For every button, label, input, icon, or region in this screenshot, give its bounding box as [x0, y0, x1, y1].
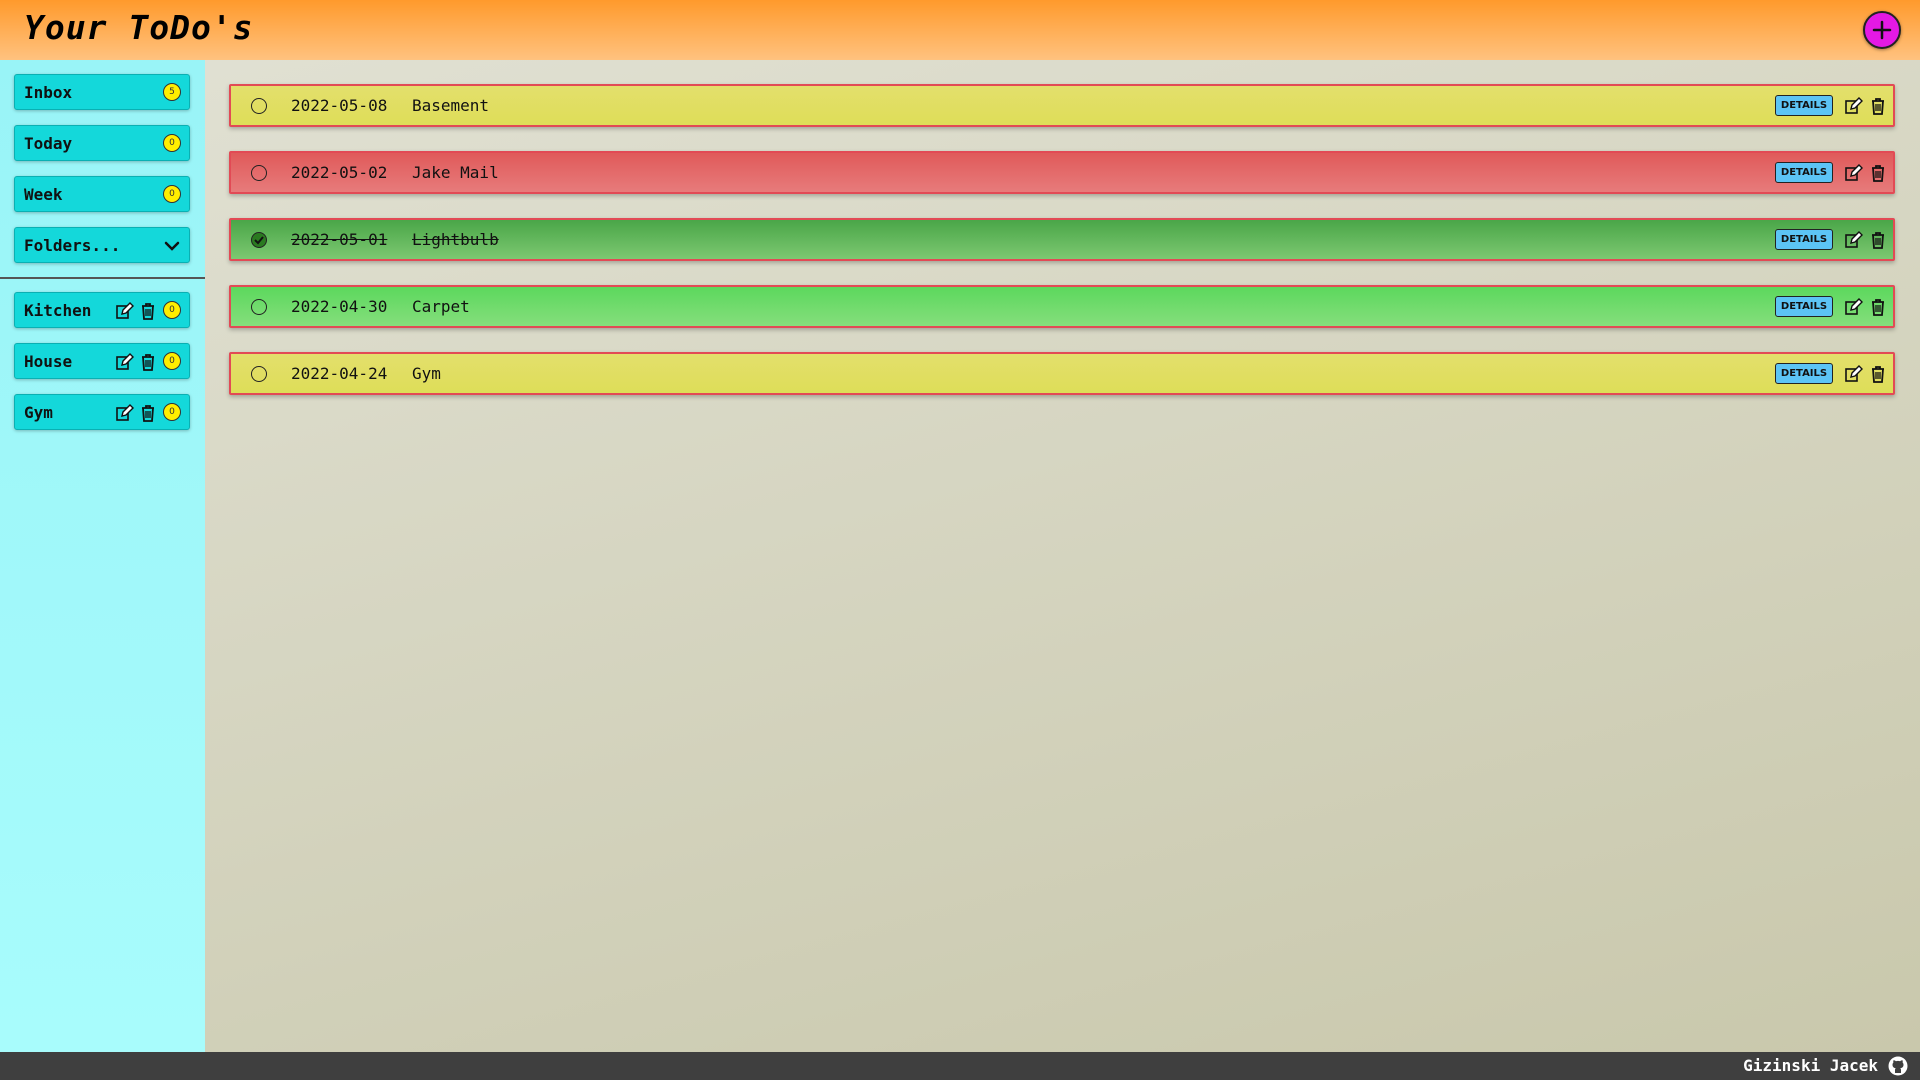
plus-icon	[1872, 20, 1892, 40]
sidebar-item-label: Today	[24, 133, 73, 153]
trash-icon[interactable]	[1868, 96, 1888, 116]
details-button[interactable]: DETAILS	[1775, 95, 1833, 116]
complete-checkbox[interactable]	[251, 366, 267, 382]
folder-label: House	[24, 351, 73, 371]
todo-date: 2022-05-01	[291, 230, 388, 249]
todo-date: 2022-04-30	[291, 297, 388, 316]
folder-label: Gym	[24, 402, 53, 422]
sidebar: Inbox 5 Today 0 Week 0 Folders... Kitche…	[0, 60, 205, 1052]
edit-icon[interactable]	[114, 352, 134, 372]
edit-icon[interactable]	[1843, 297, 1863, 317]
todo-item: 2022-04-24 Gym DETAILS	[229, 352, 1895, 395]
sidebar-item-label: Week	[24, 184, 63, 204]
details-button[interactable]: DETAILS	[1775, 296, 1833, 317]
trash-icon[interactable]	[1868, 163, 1888, 183]
edit-icon[interactable]	[1843, 96, 1863, 116]
sidebar-folder-kitchen[interactable]: Kitchen 0	[14, 292, 190, 328]
details-button[interactable]: DETAILS	[1775, 363, 1833, 384]
sidebar-item-inbox[interactable]: Inbox 5	[14, 74, 190, 110]
count-badge: 0	[163, 134, 181, 152]
complete-checkbox[interactable]	[251, 232, 267, 248]
edit-icon[interactable]	[114, 301, 134, 321]
count-badge: 0	[163, 403, 181, 421]
folders-dropdown[interactable]: Folders...	[14, 227, 190, 263]
folder-label: Kitchen	[24, 300, 92, 320]
edit-icon[interactable]	[1843, 163, 1863, 183]
todo-item: 2022-05-02 Jake Mail DETAILS	[229, 151, 1895, 194]
todo-title: Carpet	[412, 297, 470, 316]
chevron-down-icon	[164, 241, 180, 251]
todo-title: Jake Mail	[412, 163, 499, 182]
todo-title: Gym	[412, 364, 441, 383]
todo-item: 2022-04-30 Carpet DETAILS	[229, 285, 1895, 328]
todo-title: Basement	[412, 96, 490, 115]
todo-date: 2022-04-24	[291, 364, 388, 383]
edit-icon[interactable]	[1843, 364, 1863, 384]
trash-icon[interactable]	[1868, 297, 1888, 317]
footer: Gizinski Jacek	[0, 1052, 1920, 1080]
app-title: Your ToDo's	[24, 8, 254, 47]
todo-title: Lightbulb	[412, 230, 499, 249]
count-badge: 5	[163, 83, 181, 101]
folders-dropdown-label: Folders...	[24, 235, 121, 255]
count-badge: 0	[163, 185, 181, 203]
details-button[interactable]: DETAILS	[1775, 162, 1833, 183]
details-button[interactable]: DETAILS	[1775, 229, 1833, 250]
todo-date: 2022-05-08	[291, 96, 388, 115]
add-todo-button[interactable]	[1863, 11, 1901, 49]
edit-icon[interactable]	[1843, 230, 1863, 250]
sidebar-item-today[interactable]: Today 0	[14, 125, 190, 161]
todo-item: 2022-05-01 Lightbulb DETAILS	[229, 218, 1895, 261]
todo-item: 2022-05-08 Basement DETAILS	[229, 84, 1895, 127]
edit-icon[interactable]	[114, 403, 134, 423]
author-name: Gizinski Jacek	[1743, 1056, 1878, 1075]
header: Your ToDo's	[0, 0, 1920, 60]
trash-icon[interactable]	[1868, 364, 1888, 384]
trash-icon[interactable]	[138, 301, 158, 321]
count-badge: 0	[163, 301, 181, 319]
trash-icon[interactable]	[1868, 230, 1888, 250]
github-icon[interactable]	[1888, 1056, 1908, 1076]
todo-date: 2022-05-02	[291, 163, 388, 182]
count-badge: 0	[163, 352, 181, 370]
trash-icon[interactable]	[138, 352, 158, 372]
sidebar-item-week[interactable]: Week 0	[14, 176, 190, 212]
complete-checkbox[interactable]	[251, 165, 267, 181]
check-icon	[254, 236, 264, 245]
sidebar-item-label: Inbox	[24, 82, 73, 102]
trash-icon[interactable]	[138, 403, 158, 423]
sidebar-folder-house[interactable]: House 0	[14, 343, 190, 379]
complete-checkbox[interactable]	[251, 299, 267, 315]
todo-list: 2022-05-08 Basement DETAILS 2022-05-02 J…	[205, 60, 1920, 1052]
complete-checkbox[interactable]	[251, 98, 267, 114]
sidebar-divider	[0, 277, 205, 279]
sidebar-folder-gym[interactable]: Gym 0	[14, 394, 190, 430]
